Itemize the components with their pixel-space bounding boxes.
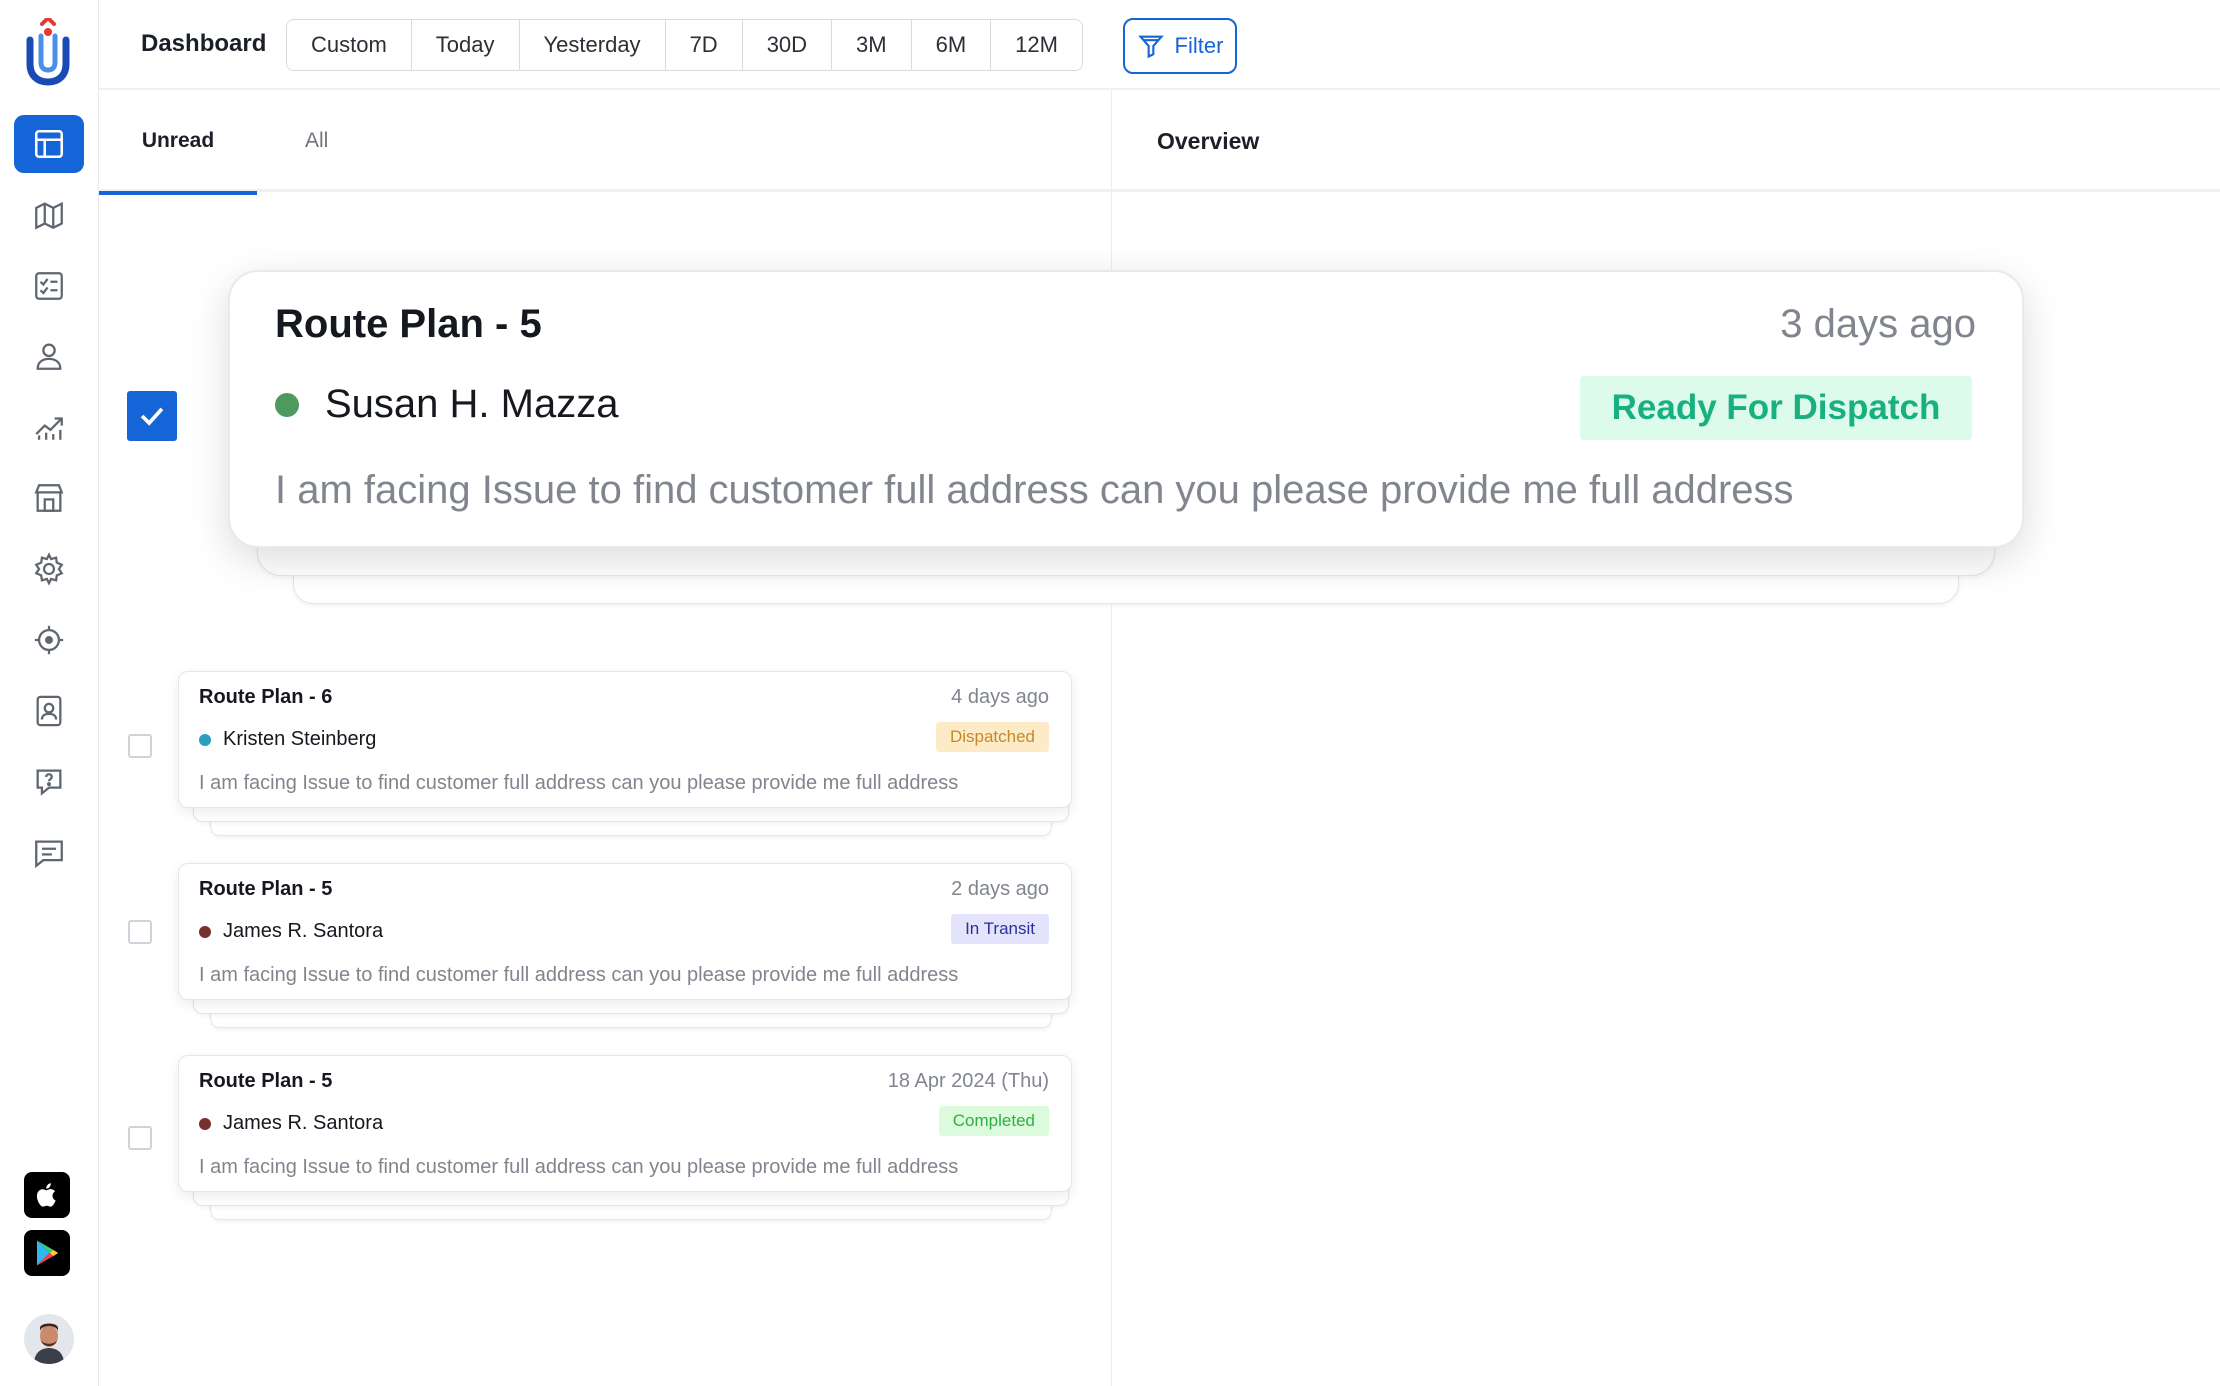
status-badge: Dispatched — [935, 722, 1049, 752]
filter-label: Filter — [1174, 33, 1224, 58]
overview-title: Overview — [1157, 128, 1260, 154]
filter-button[interactable]: Filter — [1123, 18, 1237, 74]
card-time: 3 days ago — [1780, 302, 1976, 346]
chat-icon — [35, 840, 63, 869]
status-dot — [199, 733, 211, 746]
status-dot — [199, 1117, 211, 1130]
settings-icon — [34, 552, 64, 586]
app-store-button[interactable] — [24, 1172, 70, 1218]
date-range-selector: Custom Today Yesterday 7D 30D 3M 6M 12M — [286, 19, 1083, 71]
sidebar-item-map[interactable] — [14, 186, 84, 244]
card-checkbox[interactable] — [128, 1126, 152, 1150]
sidebar-item-checklist[interactable] — [14, 257, 84, 315]
checkmark-icon — [140, 407, 164, 426]
page-title: Dashboard — [141, 30, 267, 57]
sidebar-item-help[interactable] — [14, 753, 84, 811]
user-avatar[interactable] — [24, 1314, 74, 1364]
sidebar-item-store[interactable] — [14, 469, 84, 527]
range-custom-button[interactable]: Custom — [287, 20, 412, 70]
sidebar-item-settings[interactable] — [14, 540, 84, 598]
apple-icon — [36, 1183, 56, 1207]
range-today-button[interactable]: Today — [411, 20, 520, 70]
overview-header: Overview — [1112, 90, 2220, 192]
checklist-icon — [35, 272, 63, 300]
tab-unread[interactable]: Unread — [99, 90, 257, 195]
range-30d-button[interactable]: 30D — [742, 20, 833, 70]
message-tabs: Unread All — [99, 90, 1111, 195]
card-person: James R. Santora — [199, 1112, 383, 1135]
card-message: I am facing Issue to find customer full … — [275, 468, 1794, 512]
range-yesterday-button[interactable]: Yesterday — [519, 20, 666, 70]
card-time: 2 days ago — [951, 878, 1049, 900]
google-play-icon — [37, 1240, 59, 1266]
person-name: Kristen Steinberg — [223, 728, 377, 750]
card-time: 4 days ago — [951, 686, 1049, 708]
status-dot — [199, 925, 211, 938]
card-message: I am facing Issue to find customer full … — [199, 772, 959, 794]
map-icon — [35, 201, 63, 230]
person-name: James R. Santora — [223, 920, 384, 942]
status-dot — [275, 392, 299, 417]
status-badge: Completed — [938, 1106, 1049, 1136]
card-title: Route Plan - 5 — [199, 1070, 333, 1092]
card-person: Susan H. Mazza — [275, 382, 618, 427]
person-name: Susan H. Mazza — [325, 382, 619, 426]
card-title: Route Plan - 5 — [199, 878, 333, 900]
help-icon — [36, 769, 62, 796]
range-6m-button[interactable]: 6M — [911, 20, 992, 70]
card-message: I am facing Issue to find customer full … — [199, 1156, 959, 1178]
google-play-button[interactable] — [24, 1230, 70, 1276]
card-checkbox[interactable] — [128, 734, 152, 758]
featured-checkbox[interactable] — [127, 391, 177, 441]
contacts-icon — [36, 695, 62, 727]
sidebar-item-analytics[interactable] — [14, 398, 84, 456]
message-card[interactable]: Route Plan - 6 4 days ago Kristen Steinb… — [178, 671, 1072, 808]
card-person: James R. Santora — [199, 920, 383, 943]
sidebar-item-chat[interactable] — [14, 824, 84, 882]
sidebar-item-dashboard[interactable] — [14, 115, 84, 173]
sidebar-item-users[interactable] — [14, 327, 84, 385]
person-name: James R. Santora — [223, 1112, 384, 1134]
filter-icon — [1137, 35, 1164, 59]
message-card[interactable]: Route Plan - 5 18 Apr 2024 (Thu) James R… — [178, 1055, 1072, 1192]
range-12m-button[interactable]: 12M — [991, 20, 1082, 70]
top-bar: Dashboard Custom Today Yesterday 7D 30D … — [99, 0, 2220, 90]
card-person: Kristen Steinberg — [199, 728, 376, 751]
featured-message-card[interactable]: Route Plan - 5 3 days ago Susan H. Mazza… — [228, 270, 2024, 548]
card-title: Route Plan - 6 — [199, 686, 333, 708]
card-message: I am facing Issue to find customer full … — [199, 964, 959, 986]
card-checkbox[interactable] — [128, 920, 152, 944]
status-badge: Ready For Dispatch — [1580, 376, 1972, 440]
users-icon — [36, 343, 62, 370]
dashboard-icon — [34, 129, 64, 159]
sidebar-item-tracking[interactable] — [14, 611, 84, 669]
avatar-icon — [24, 1314, 74, 1364]
tracking-icon — [34, 625, 64, 655]
status-badge: In Transit — [951, 914, 1049, 944]
sidebar-item-contacts[interactable] — [14, 682, 84, 740]
store-icon — [34, 484, 64, 512]
card-time: 18 Apr 2024 (Thu) — [887, 1070, 1049, 1092]
sidebar — [0, 0, 99, 1386]
range-3m-button[interactable]: 3M — [832, 20, 912, 70]
card-title: Route Plan - 5 — [275, 302, 542, 346]
range-7d-button[interactable]: 7D — [665, 20, 743, 70]
tab-all[interactable]: All — [305, 90, 328, 192]
analytics-icon — [35, 417, 63, 440]
message-card[interactable]: Route Plan - 5 2 days ago James R. Santo… — [178, 863, 1072, 1000]
app-logo[interactable] — [22, 15, 74, 86]
